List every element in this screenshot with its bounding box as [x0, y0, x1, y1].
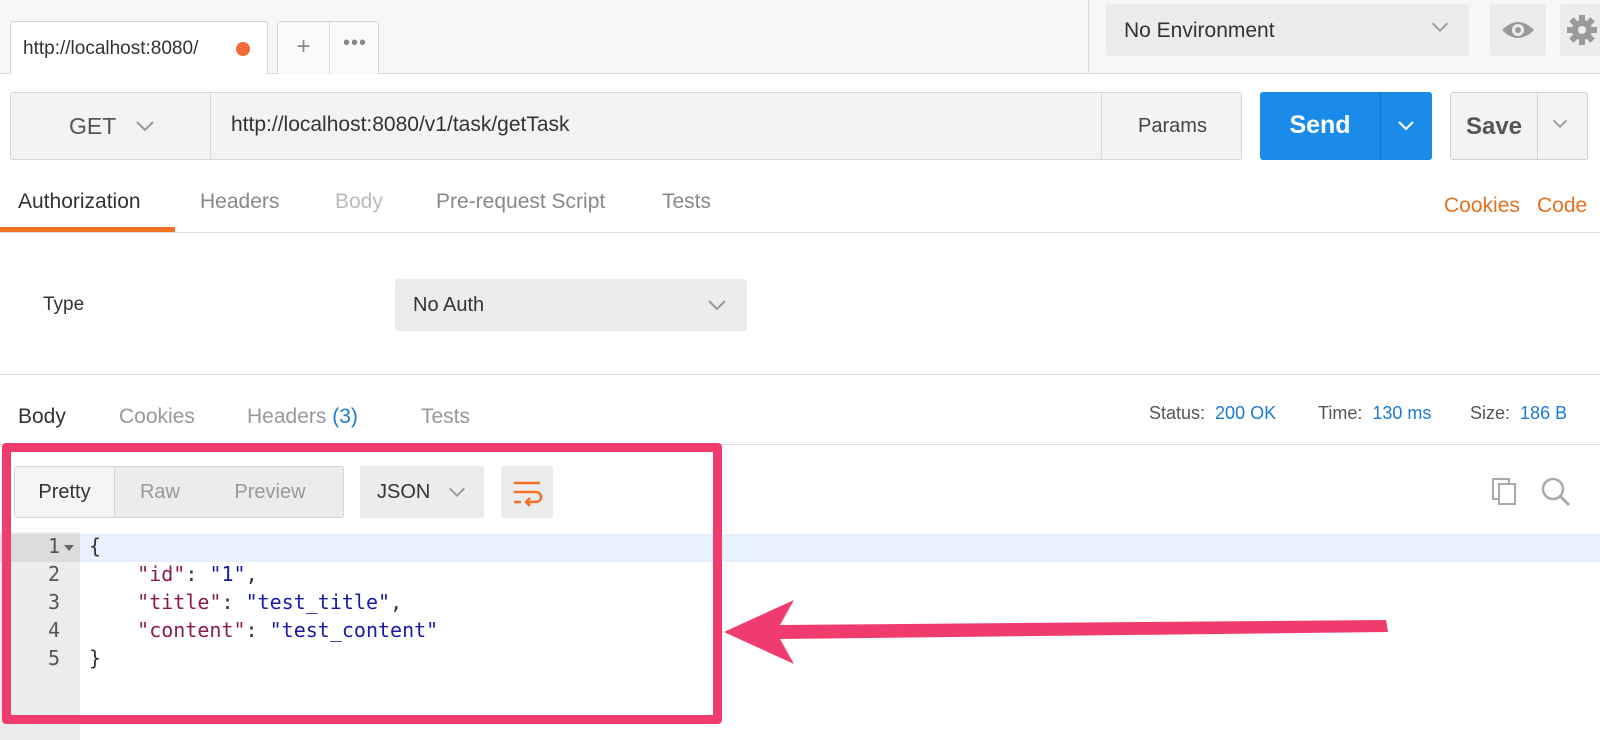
copy-icon[interactable]	[1490, 476, 1520, 506]
request-tab[interactable]: http://localhost:8080/	[10, 21, 268, 74]
chevron-down-icon[interactable]	[1549, 113, 1571, 135]
cookies-link[interactable]: Cookies	[1444, 194, 1520, 218]
tab-pre-request-script[interactable]: Pre-request Script	[436, 190, 605, 214]
status-value: 200 OK	[1215, 403, 1277, 423]
save-label: Save	[1465, 113, 1523, 140]
response-tab-cookies[interactable]: Cookies	[119, 405, 195, 429]
method-label: GET	[69, 113, 117, 139]
response-tab-headers-label: Headers	[247, 405, 327, 428]
time-value: 130 ms	[1372, 403, 1432, 423]
tab-body[interactable]: Body	[335, 190, 383, 214]
time-label: Time:	[1318, 403, 1363, 423]
auth-type-select[interactable]: No Auth	[395, 279, 747, 331]
chevron-down-icon	[136, 121, 154, 132]
status-label: Status:	[1149, 403, 1206, 423]
new-tab-button[interactable]: +	[278, 33, 329, 61]
size-label: Size:	[1470, 403, 1511, 423]
send-label: Send	[1289, 111, 1351, 139]
gear-icon	[1567, 15, 1597, 45]
environment-quick-look-button[interactable]	[1490, 4, 1546, 56]
time-meta: Time: 130 ms	[1318, 403, 1431, 424]
response-tab-tests[interactable]: Tests	[421, 405, 470, 429]
response-tab-headers[interactable]: Headers (3)	[247, 405, 358, 429]
request-tab-label: http://localhost:8080/	[23, 38, 199, 59]
auth-type-value: No Auth	[413, 294, 485, 316]
send-button[interactable]: Send	[1260, 92, 1432, 160]
url-input[interactable]: http://localhost:8080/v1/task/getTask	[231, 113, 570, 137]
annotation-arrow	[724, 600, 1388, 664]
tab-headers[interactable]: Headers	[200, 190, 279, 214]
tab-authorization[interactable]: Authorization	[18, 190, 141, 214]
method-select[interactable]: GET	[11, 93, 211, 159]
save-button[interactable]: Save	[1450, 92, 1588, 160]
tab-bar: http://localhost:8080/ + ••• No Environm…	[0, 0, 1600, 75]
more-tabs-button[interactable]: •••	[330, 32, 380, 55]
tab-tests[interactable]: Tests	[662, 190, 711, 214]
search-icon[interactable]	[1540, 476, 1572, 508]
chevron-down-icon[interactable]	[1394, 114, 1418, 138]
chevron-down-icon	[1432, 22, 1448, 32]
environment-select[interactable]: No Environment	[1106, 4, 1469, 56]
chevron-down-icon	[708, 300, 726, 311]
save-divider	[1537, 93, 1538, 159]
divider	[0, 374, 1600, 375]
divider	[0, 232, 1600, 233]
response-tab-body[interactable]: Body	[18, 405, 66, 429]
status-meta: Status: 200 OK	[1149, 403, 1276, 424]
request-bar: GET http://localhost:8080/v1/task/getTas…	[10, 92, 1242, 160]
headers-count-badge: (3)	[332, 405, 358, 428]
settings-button[interactable]	[1560, 4, 1600, 56]
unsaved-indicator-dot	[236, 42, 250, 56]
annotation-highlight-box	[2, 443, 722, 724]
params-label: Params	[1138, 115, 1207, 137]
environment-select-label: No Environment	[1124, 19, 1275, 42]
size-value: 186 B	[1520, 403, 1568, 423]
params-button[interactable]: Params	[1101, 93, 1242, 159]
code-link[interactable]: Code	[1537, 194, 1587, 218]
size-meta: Size: 186 B	[1470, 403, 1567, 424]
eye-icon	[1502, 22, 1534, 38]
auth-type-label: Type	[43, 294, 85, 315]
send-divider	[1380, 92, 1381, 160]
topbar-divider	[1088, 0, 1089, 74]
tab-controls: + •••	[277, 21, 380, 75]
